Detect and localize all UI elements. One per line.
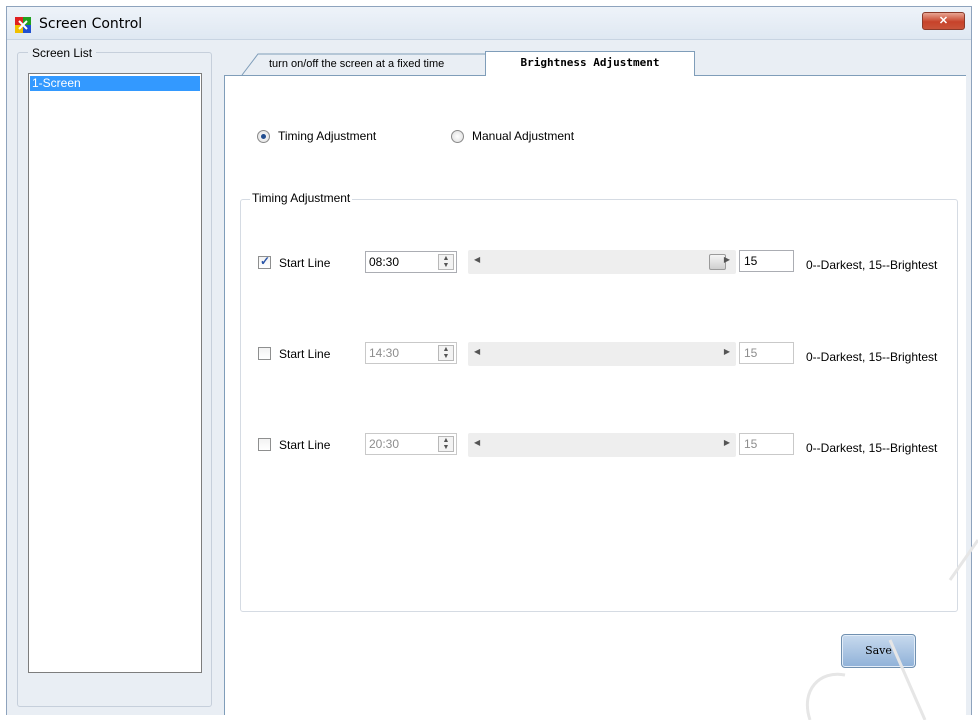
slider-right-arrow-icon[interactable]: ▶ bbox=[724, 255, 730, 264]
slider-right-arrow-icon[interactable]: ▶ bbox=[724, 347, 730, 356]
row2-brightness-slider[interactable]: ◀ ▶ bbox=[468, 342, 736, 366]
row3-time-input[interactable]: 20:30 ▲ ▼ bbox=[365, 433, 457, 455]
row2-time-value: 14:30 bbox=[369, 346, 400, 360]
save-button[interactable]: Save bbox=[841, 634, 916, 668]
row1-start-line-label: Start Line bbox=[279, 256, 331, 270]
row1-range-hint: 0--Darkest, 15--Brightest bbox=[806, 258, 938, 272]
close-button[interactable]: ✕ bbox=[922, 12, 965, 30]
timing-adjustment-radio-label: Timing Adjustment bbox=[278, 129, 377, 143]
row1-time-value: 08:30 bbox=[369, 255, 400, 269]
row2-time-spinner[interactable]: ▲ ▼ bbox=[438, 345, 454, 361]
title-bar: Screen Control ✕ bbox=[7, 7, 971, 40]
row3-checkbox[interactable] bbox=[258, 438, 271, 451]
app-icon bbox=[15, 17, 31, 33]
row2-start-line-label: Start Line bbox=[279, 347, 331, 361]
screen-list-group: Screen List 1-Screen bbox=[17, 46, 212, 707]
row1-checkbox[interactable] bbox=[258, 254, 271, 269]
row3-time-spinner[interactable]: ▲ ▼ bbox=[438, 436, 454, 452]
row3-brightness-slider[interactable]: ◀ ▶ bbox=[468, 433, 736, 457]
row3-time-value: 20:30 bbox=[369, 437, 400, 451]
row3-start-line-label: Start Line bbox=[279, 438, 331, 452]
row2-range-hint: 0--Darkest, 15--Brightest bbox=[806, 350, 938, 364]
manual-adjustment-radio[interactable] bbox=[451, 130, 464, 143]
tab-fixed-time-label: turn on/off the screen at a fixed time bbox=[269, 58, 445, 70]
slider-left-arrow-icon[interactable]: ◀ bbox=[474, 347, 480, 356]
manual-adjustment-radio-label: Manual Adjustment bbox=[472, 129, 575, 143]
row1-level-input[interactable]: 15 bbox=[739, 250, 794, 272]
tab-fixed-time[interactable]: turn on/off the screen at a fixed time bbox=[228, 53, 489, 75]
timing-adjustment-radio[interactable] bbox=[257, 130, 270, 143]
tab-brightness-adjustment[interactable]: Brightness Adjustment bbox=[485, 51, 695, 76]
slider-left-arrow-icon[interactable]: ◀ bbox=[474, 255, 480, 264]
screen-list[interactable]: 1-Screen bbox=[28, 73, 202, 673]
row1-time-spinner[interactable]: ▲ ▼ bbox=[438, 254, 454, 270]
row1-time-input[interactable]: 08:30 ▲ ▼ bbox=[365, 251, 457, 273]
row2-level-input[interactable]: 15 bbox=[739, 342, 794, 364]
slider-right-arrow-icon[interactable]: ▶ bbox=[724, 438, 730, 447]
row2-checkbox[interactable] bbox=[258, 347, 271, 360]
row3-range-hint: 0--Darkest, 15--Brightest bbox=[806, 441, 938, 455]
screen-list-item[interactable]: 1-Screen bbox=[30, 76, 200, 91]
row1-brightness-slider[interactable]: ◀ ▶ bbox=[468, 250, 736, 274]
timing-adjustment-legend: Timing Adjustment bbox=[250, 191, 353, 205]
window-title: Screen Control bbox=[39, 16, 143, 32]
slider-left-arrow-icon[interactable]: ◀ bbox=[474, 438, 480, 447]
screen-list-legend: Screen List bbox=[28, 46, 97, 60]
row3-level-input[interactable]: 15 bbox=[739, 433, 794, 455]
row2-time-input[interactable]: 14:30 ▲ ▼ bbox=[365, 342, 457, 364]
